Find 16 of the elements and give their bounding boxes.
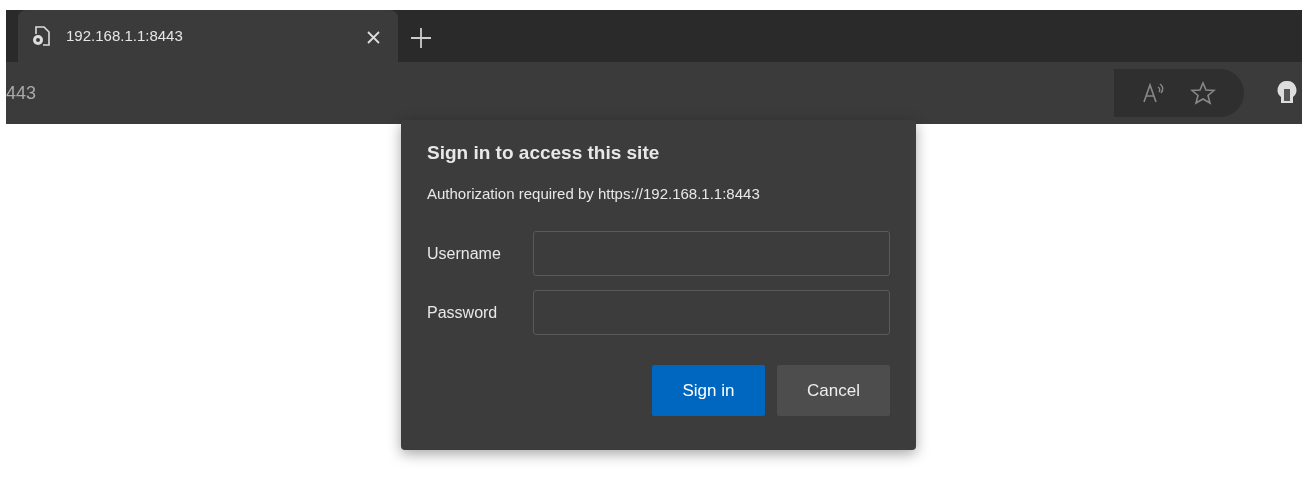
- cancel-button[interactable]: Cancel: [777, 365, 890, 417]
- sign-in-button[interactable]: Sign in: [652, 365, 765, 417]
- input-field[interactable]: [533, 231, 890, 277]
- field-label: Password: [427, 302, 499, 323]
- close-icon: [367, 30, 380, 44]
- plus-icon: [410, 26, 432, 49]
- page-icon: [32, 25, 52, 47]
- dialog-message: Authorization required by https://192.168.1.1:8443: [427, 183, 761, 204]
- read-aloud-icon[interactable]: [1142, 82, 1166, 104]
- tab-title: 192.168.1.1:8443: [66, 25, 183, 46]
- address-text[interactable]: 443: [6, 79, 37, 107]
- field-label: Username: [427, 243, 502, 264]
- input-field[interactable]: [533, 290, 890, 336]
- dialog-title: Sign in to access this site: [427, 142, 661, 165]
- star-icon[interactable]: [1190, 81, 1216, 105]
- browser-tab[interactable]: 192.168.1.1:8443: [18, 10, 398, 62]
